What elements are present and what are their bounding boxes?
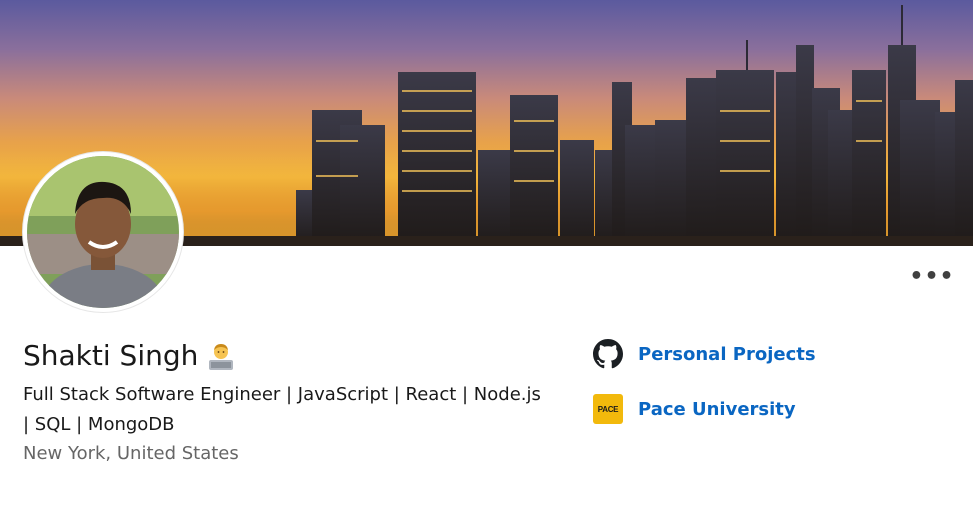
personal-projects-label: Personal Projects — [638, 343, 816, 365]
avatar[interactable] — [23, 152, 183, 312]
github-icon — [592, 338, 624, 370]
pace-logo-badge: PACE — [593, 394, 623, 424]
profile-photo — [27, 156, 179, 308]
pace-university-label: Pace University — [638, 398, 796, 420]
more-actions-button[interactable]: ••• — [909, 262, 955, 290]
profile-name: Shakti Singh — [23, 339, 199, 372]
pace-university-logo: PACE — [592, 393, 624, 425]
profile-headline: Full Stack Software Engineer | JavaScrip… — [23, 384, 541, 435]
profile-location: New York, United States — [23, 443, 239, 464]
technologist-emoji-icon — [209, 344, 233, 370]
more-icon: ••• — [909, 263, 955, 289]
pace-university-link[interactable]: PACE Pace University — [592, 393, 796, 425]
personal-projects-link[interactable]: Personal Projects — [592, 338, 816, 370]
